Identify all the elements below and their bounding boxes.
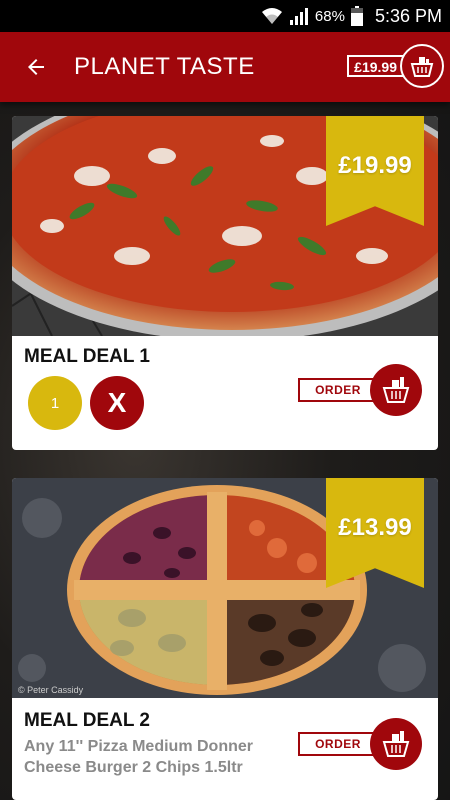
cart-button[interactable]: £19.99 <box>347 44 444 88</box>
photo-credit: © Peter Cassidy <box>18 685 84 695</box>
order-label: ORDER <box>298 378 378 402</box>
app-bar: PLANET TASTE £19.99 <box>0 32 450 102</box>
deal-title: MEAL DEAL 1 <box>24 346 150 367</box>
arrow-left-icon <box>28 59 44 75</box>
basket-icon <box>400 44 444 88</box>
deal-description: Any 11'' Pizza Medium Donner Cheese Burg… <box>24 738 253 776</box>
order-label: ORDER <box>298 732 378 756</box>
deal-price: £19.99 <box>338 152 412 179</box>
deal-price: £13.99 <box>338 514 412 541</box>
remove-button[interactable]: X <box>90 376 144 430</box>
order-button[interactable]: ORDER <box>298 364 422 416</box>
battery-icon <box>350 6 363 26</box>
cart-total-price: £19.99 <box>347 55 404 77</box>
meal-deal-card[interactable]: £19.99 MEAL DEAL 1 1 X ORDER <box>12 116 438 450</box>
back-button[interactable] <box>12 43 60 91</box>
deal-title: MEAL DEAL 2 <box>24 710 150 731</box>
signal-icon <box>289 7 309 25</box>
meal-deal-card[interactable]: £13.99 © Peter Cassidy MEAL DEAL 2 Any 1… <box>12 478 438 800</box>
order-button[interactable]: ORDER <box>298 718 422 770</box>
pizza-image: £13.99 © Peter Cassidy <box>12 478 438 698</box>
basket-icon <box>370 364 422 416</box>
battery-percent: 68% <box>314 7 345 25</box>
basket-icon <box>370 718 422 770</box>
quantity-badge[interactable]: 1 <box>28 376 82 430</box>
clock: 5:36 PM <box>374 5 442 26</box>
status-bar: 68% 5:36 PM <box>0 0 450 32</box>
pizza-image: £19.99 <box>12 116 438 336</box>
page-title: PLANET TASTE <box>74 53 255 80</box>
wifi-icon <box>261 7 283 25</box>
